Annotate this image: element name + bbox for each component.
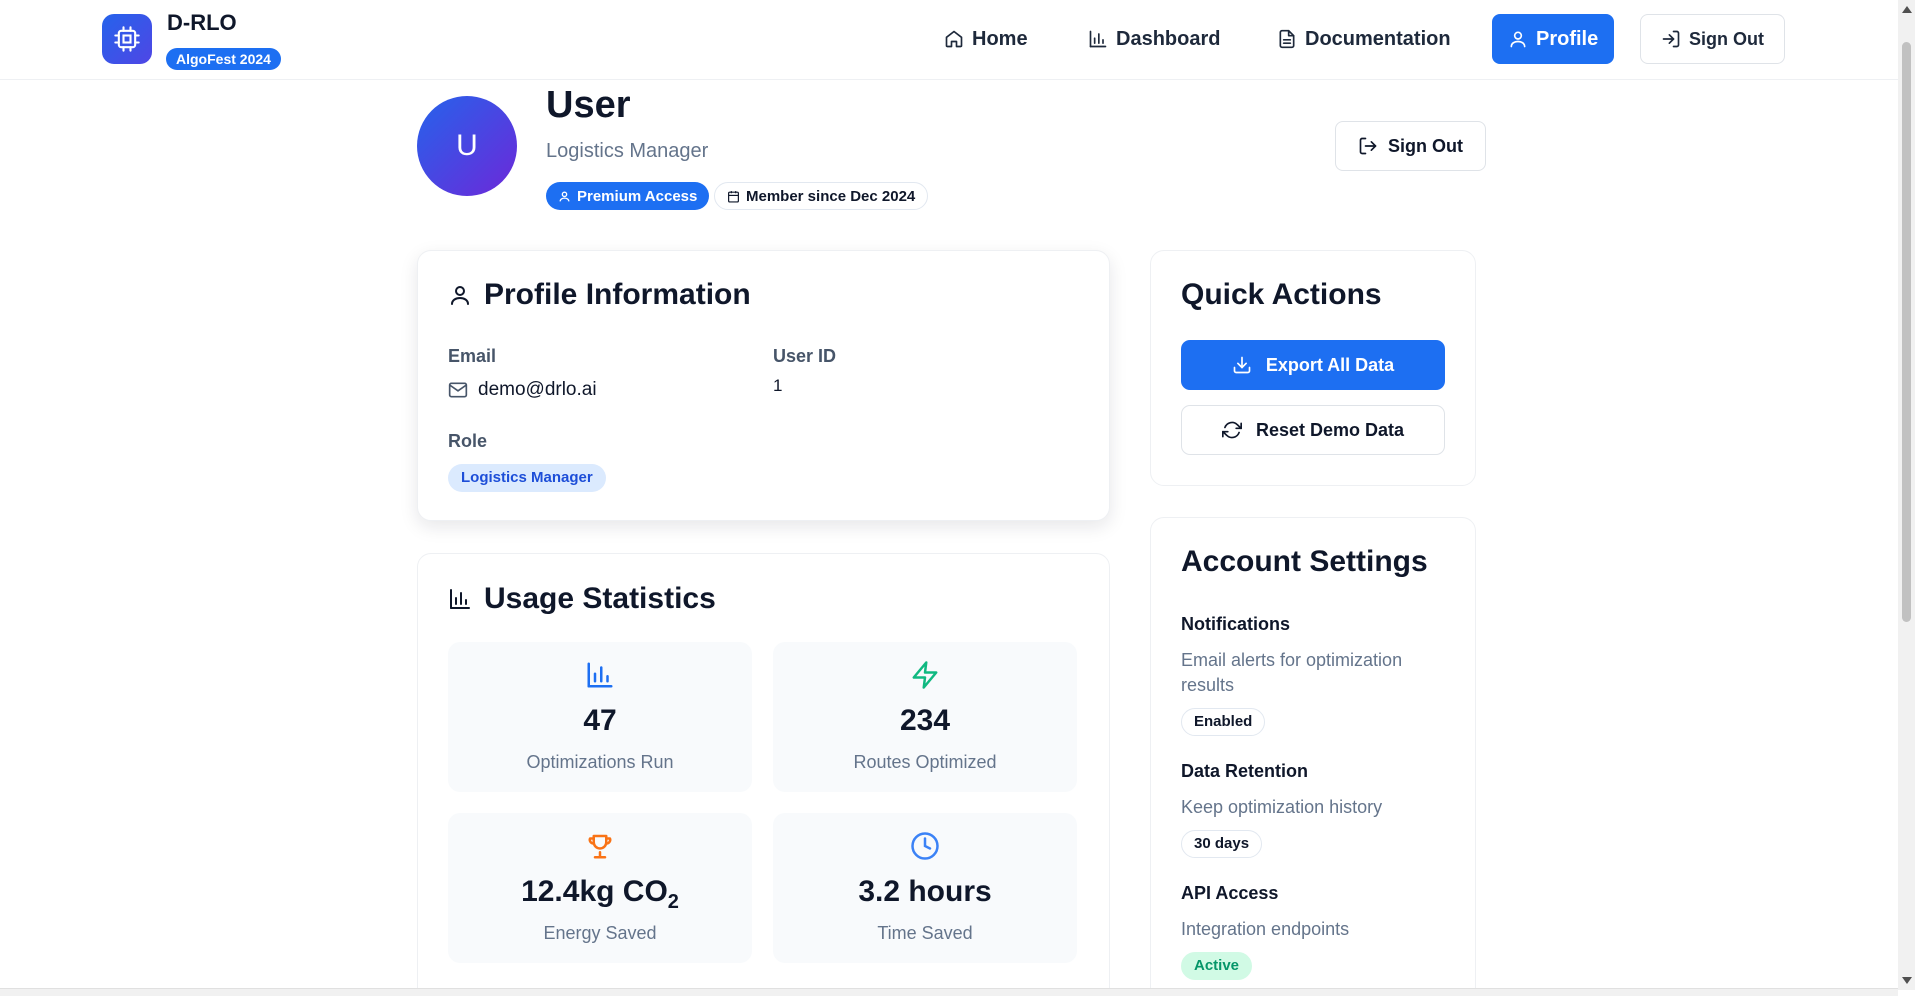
bar-chart-icon (587, 662, 613, 688)
api-access-status-badge[interactable]: Active (1181, 952, 1253, 980)
reset-demo-data-label: Reset Demo Data (1255, 419, 1405, 440)
nav-sign-out-button[interactable]: Sign Out (1640, 14, 1785, 64)
log-in-icon (1662, 30, 1680, 48)
notifications-description: Email alerts for optimization results (1181, 650, 1403, 695)
scroll-up-icon[interactable] (1902, 6, 1912, 13)
scrollbar-thumb[interactable] (1902, 42, 1911, 622)
nav-home[interactable]: Home (928, 14, 1044, 64)
notifications-status-badge[interactable]: Enabled (1181, 708, 1266, 736)
member-since-badge: Member since Dec 2024 (714, 182, 929, 210)
data-retention-badge[interactable]: 30 days (1181, 830, 1263, 858)
stat-value: 47 (583, 704, 617, 737)
stat-label: Energy Saved (543, 923, 657, 943)
profile-information-title: Profile Information (448, 278, 751, 312)
premium-access-badge: Premium Access (546, 182, 710, 210)
nav-dashboard[interactable]: Dashboard (1072, 14, 1236, 64)
stat-value: 12.4kg CO2 (448, 875, 752, 914)
stat-value-subscript: 2 (667, 891, 679, 913)
user-icon (451, 286, 469, 305)
stat-value-main: 12.4kg CO (521, 875, 668, 908)
brand-badge: AlgoFest 2024 (166, 48, 281, 70)
bar-chart-icon (1089, 30, 1107, 48)
usage-statistics-label: Usage Statistics (484, 582, 716, 615)
stat-value: 234 (899, 704, 951, 737)
brand-title[interactable]: D-RLO (167, 10, 237, 36)
stat-label: Time Saved (877, 923, 973, 943)
user-icon (1510, 31, 1526, 48)
chip-logo-icon[interactable] (102, 14, 152, 64)
nav-home-label: Home (972, 27, 1028, 50)
email-text: demo@drlo.ai (478, 379, 597, 400)
member-since-label: Member since Dec 2024 (746, 187, 916, 205)
log-out-icon (1359, 137, 1377, 155)
nav-documentation-label: Documentation (1305, 27, 1451, 50)
stat-optimizations-run: 47 Optimizations Run (448, 642, 752, 792)
top-navbar: D-RLO AlgoFest 2024 Home Dashboard Docum… (0, 0, 1898, 80)
data-retention-heading: Data Retention (1181, 761, 1309, 781)
nav-profile[interactable]: Profile (1492, 14, 1615, 64)
user-role: Logistics Manager (546, 140, 709, 162)
user-id-label: User ID (773, 346, 837, 366)
quick-actions-title: Quick Actions (1181, 278, 1382, 311)
home-icon (945, 30, 963, 48)
nav-sign-out-label: Sign Out (1689, 28, 1764, 49)
stat-time-saved: 3.2 hours Time Saved (773, 813, 1077, 963)
download-icon (1233, 356, 1251, 374)
stat-routes-optimized: 234 Routes Optimized (773, 642, 1077, 792)
mail-icon (448, 382, 468, 398)
api-access-description: Integration endpoints (1181, 919, 1350, 939)
sign-out-label: Sign Out (1388, 135, 1463, 156)
user-icon (559, 191, 570, 201)
stat-value: 3.2 hours (858, 875, 992, 908)
zap-icon (912, 661, 938, 689)
stat-energy-saved: 12.4kg CO2 Energy Saved (448, 813, 752, 963)
email-label: Email (448, 346, 497, 366)
scroll-down-icon[interactable] (1902, 977, 1912, 984)
avatar: U (417, 96, 517, 196)
usage-statistics-title: Usage Statistics (448, 582, 716, 616)
nav-profile-label: Profile (1536, 27, 1599, 50)
trophy-icon (588, 834, 612, 859)
role-badge: Logistics Manager (448, 464, 606, 492)
nav-dashboard-label: Dashboard (1116, 27, 1221, 50)
clock-icon (911, 832, 939, 860)
export-all-data-button[interactable]: Export All Data (1181, 340, 1445, 390)
user-id-value: 1 (773, 376, 783, 395)
nav-documentation[interactable]: Documentation (1261, 14, 1467, 64)
calendar-icon (728, 190, 739, 203)
vertical-scrollbar[interactable] (1898, 0, 1915, 990)
stat-label: Optimizations Run (526, 752, 674, 772)
role-label: Role (448, 431, 488, 451)
email-value: demo@drlo.ai (448, 379, 597, 401)
premium-access-label: Premium Access (577, 187, 698, 205)
sign-out-button[interactable]: Sign Out (1335, 121, 1486, 171)
api-access-heading: API Access (1181, 883, 1279, 903)
notifications-heading: Notifications (1181, 614, 1291, 634)
document-icon (1279, 29, 1295, 49)
horizontal-scrollbar[interactable] (0, 988, 1898, 996)
bar-chart-icon (450, 589, 470, 609)
stat-label: Routes Optimized (853, 752, 997, 772)
refresh-icon (1221, 421, 1242, 439)
profile-information-label: Profile Information (484, 278, 751, 311)
user-name: User (546, 84, 631, 126)
data-retention-description: Keep optimization history (1181, 797, 1383, 817)
account-settings-title: Account Settings (1181, 545, 1428, 578)
export-all-data-label: Export All Data (1265, 354, 1395, 375)
reset-demo-data-button[interactable]: Reset Demo Data (1181, 405, 1445, 455)
